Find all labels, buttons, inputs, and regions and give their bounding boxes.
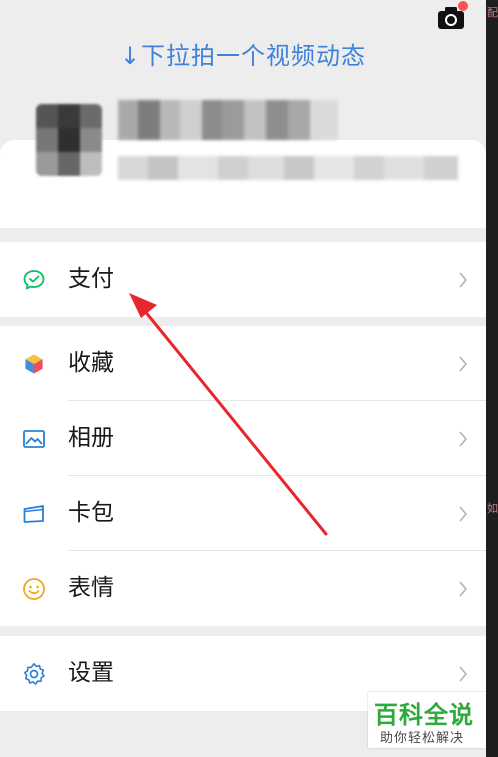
menu-group-pay: 支付 [0, 242, 486, 317]
edge-strip-char: 如 [487, 502, 498, 515]
watermark-subtitle: 助你轻松解决 [380, 731, 465, 746]
smiley-icon [23, 578, 45, 600]
menu-item-label: 卡包 [68, 500, 114, 526]
menu-item-cards[interactable]: 卡包 [0, 476, 486, 551]
edge-strip-char: 配 [487, 6, 498, 19]
cube-icon [24, 353, 44, 375]
avatar[interactable] [36, 104, 102, 176]
chevron-right-icon [459, 431, 468, 447]
menu-item-pay[interactable]: 支付 [0, 242, 486, 317]
gear-icon [24, 663, 45, 685]
chevron-right-icon [459, 272, 468, 288]
watermark-title: 百科全说 [374, 701, 474, 729]
menu-group-main: 收藏 相册 卡包 表情 [0, 326, 486, 626]
chevron-right-icon [459, 666, 468, 682]
wechat-pay-icon [23, 270, 45, 290]
chevron-right-icon [459, 581, 468, 597]
notification-dot [458, 1, 468, 11]
image-icon [23, 430, 45, 448]
watermark-logo: 百科全说 助你轻松解决 [368, 692, 486, 748]
menu-item-favorites[interactable]: 收藏 [0, 326, 486, 401]
menu-item-label: 支付 [68, 266, 114, 292]
username-blurred [118, 100, 338, 140]
menu-item-stickers[interactable]: 表情 [0, 551, 486, 626]
menu-item-label: 表情 [68, 575, 114, 601]
wechat-id-blurred [118, 156, 458, 180]
menu-item-album[interactable]: 相册 [0, 401, 486, 476]
menu-item-label: 设置 [68, 660, 114, 686]
camera-button[interactable] [436, 1, 468, 30]
menu-item-label: 收藏 [68, 350, 114, 376]
pull-down-hint[interactable]: ↓下拉拍一个视频动态 [0, 36, 486, 71]
menu-item-label: 相册 [68, 425, 114, 451]
chevron-right-icon [459, 506, 468, 522]
chevron-right-icon [459, 356, 468, 372]
card-icon [23, 505, 44, 523]
edge-strip: 配 如 [486, 0, 498, 757]
